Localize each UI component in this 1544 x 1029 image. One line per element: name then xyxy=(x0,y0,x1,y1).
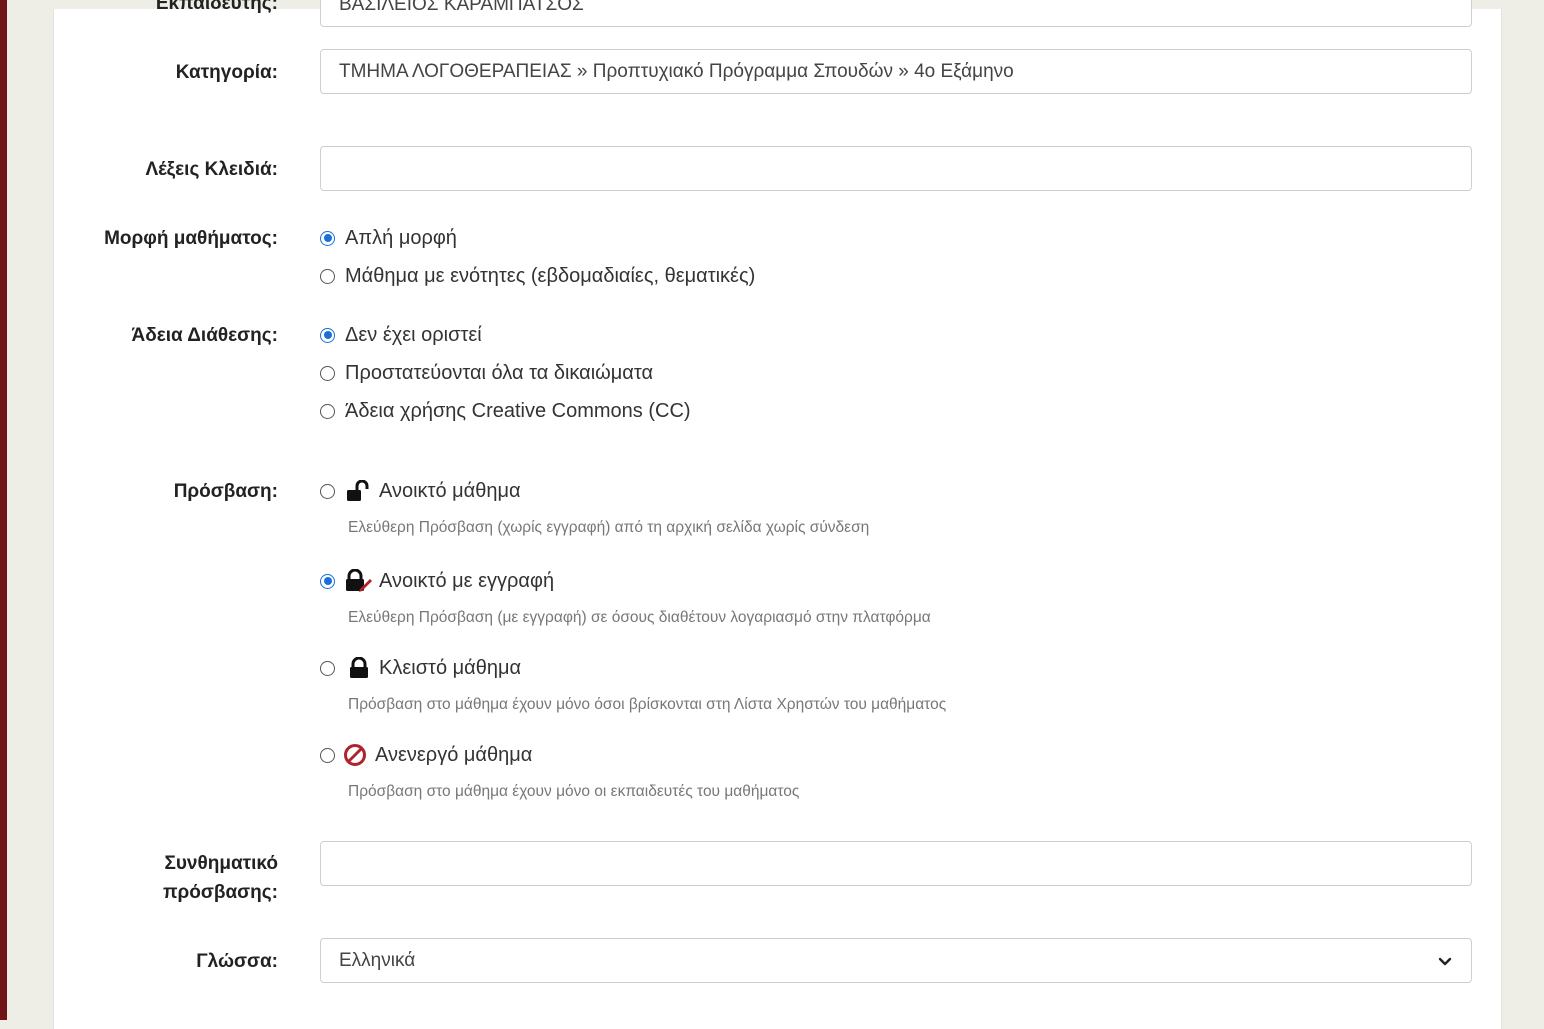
access-open-hint: Ελεύθερη Πρόσβαση (χωρίς εγγραφή) από τη… xyxy=(348,519,870,536)
left-edge-bar xyxy=(0,0,7,1020)
access-closed-label: Κλειστό μάθημα xyxy=(379,656,522,679)
license-option-all-rights[interactable]: Προστατεύονται όλα τα δικαιώματα xyxy=(320,359,653,387)
access-option-registration[interactable]: Ανοικτό με εγγραφή xyxy=(320,567,554,595)
access-open-label: Ανοικτό μάθημα xyxy=(379,479,521,502)
ban-icon xyxy=(341,743,369,767)
license-label: Άδεια Διάθεσης: xyxy=(131,325,278,346)
license-option-cc[interactable]: Άδεια χρήσης Creative Commons (CC) xyxy=(320,397,691,425)
license-cc-radio[interactable] xyxy=(320,403,335,419)
category-label: Κατηγορία: xyxy=(175,62,278,83)
lock-edit-icon xyxy=(345,569,373,593)
access-option-inactive[interactable]: Ανενεργό μάθημα xyxy=(320,741,532,769)
course-format-label: Μορφή μαθήματος: xyxy=(104,228,278,249)
language-label: Γλώσσα: xyxy=(196,951,278,972)
access-registration-radio[interactable] xyxy=(320,573,335,589)
access-password-label-line1: Συνθηματικό xyxy=(164,853,278,874)
format-option-units[interactable]: Μάθημα με ενότητες (εβδομαδιαίες, θεματι… xyxy=(320,262,755,290)
access-option-closed[interactable]: Κλειστό μάθημα xyxy=(320,654,521,682)
license-option-undefined[interactable]: Δεν έχει οριστεί xyxy=(320,321,482,349)
access-inactive-label: Ανενεργό μάθημα xyxy=(375,743,533,766)
license-undefined-label: Δεν έχει οριστεί xyxy=(345,323,482,346)
access-closed-hint: Πρόσβαση στο μάθημα έχουν μόνο όσοι βρίσ… xyxy=(348,696,947,713)
lock-icon xyxy=(345,656,373,680)
access-registration-hint: Ελεύθερη Πρόσβαση (με εγγραφή) σε όσους … xyxy=(348,609,931,626)
access-password-label: Συνθηματικό πρόσβασης: xyxy=(54,849,278,907)
format-units-radio[interactable] xyxy=(320,268,335,284)
access-inactive-hint: Πρόσβαση στο μάθημα έχουν μόνο οι εκπαιδ… xyxy=(348,783,800,800)
unlock-icon xyxy=(345,479,373,503)
license-all-rights-radio[interactable] xyxy=(320,365,335,381)
course-settings-form: Εκπαιδευτής: ΒΑΣΙΛΕΙΟΣ ΚΑΡΑΜΠΑΤΣΟΣ Κατηγ… xyxy=(53,0,1502,1029)
license-cc-label: Άδεια χρήσης Creative Commons (CC) xyxy=(345,399,691,422)
instructor-input[interactable]: ΒΑΣΙΛΕΙΟΣ ΚΑΡΑΜΠΑΤΣΟΣ xyxy=(320,0,1472,27)
format-option-simple[interactable]: Απλή μορφή xyxy=(320,224,457,252)
access-inactive-radio[interactable] xyxy=(320,747,335,763)
category-input[interactable]: ΤΜΗΜΑ ΛΟΓΟΘΕΡΑΠΕΙΑΣ » Προπτυχιακό Πρόγρα… xyxy=(320,49,1472,94)
format-simple-radio[interactable] xyxy=(320,230,335,246)
instructor-label: Εκπαιδευτής: xyxy=(155,0,278,14)
access-closed-radio[interactable] xyxy=(320,660,335,676)
access-option-open[interactable]: Ανοικτό μάθημα xyxy=(320,477,521,505)
access-password-label-line2: πρόσβασης: xyxy=(163,882,278,903)
language-select[interactable]: Ελληνικά xyxy=(320,938,1472,983)
license-undefined-radio[interactable] xyxy=(320,327,335,343)
chevron-down-icon xyxy=(1438,957,1452,965)
access-open-radio[interactable] xyxy=(320,483,335,499)
keywords-label: Λέξεις Κλειδιά: xyxy=(145,159,278,180)
format-simple-label: Απλή μορφή xyxy=(345,226,457,249)
language-selected-value: Ελληνικά xyxy=(339,949,416,971)
keywords-input[interactable] xyxy=(320,146,1472,191)
access-label: Πρόσβαση: xyxy=(173,481,278,502)
license-all-rights-label: Προστατεύονται όλα τα δικαιώματα xyxy=(345,361,654,384)
format-units-label: Μάθημα με ενότητες (εβδομαδιαίες, θεματι… xyxy=(345,264,756,287)
access-password-input[interactable] xyxy=(320,841,1472,886)
access-registration-label: Ανοικτό με εγγραφή xyxy=(379,569,555,592)
